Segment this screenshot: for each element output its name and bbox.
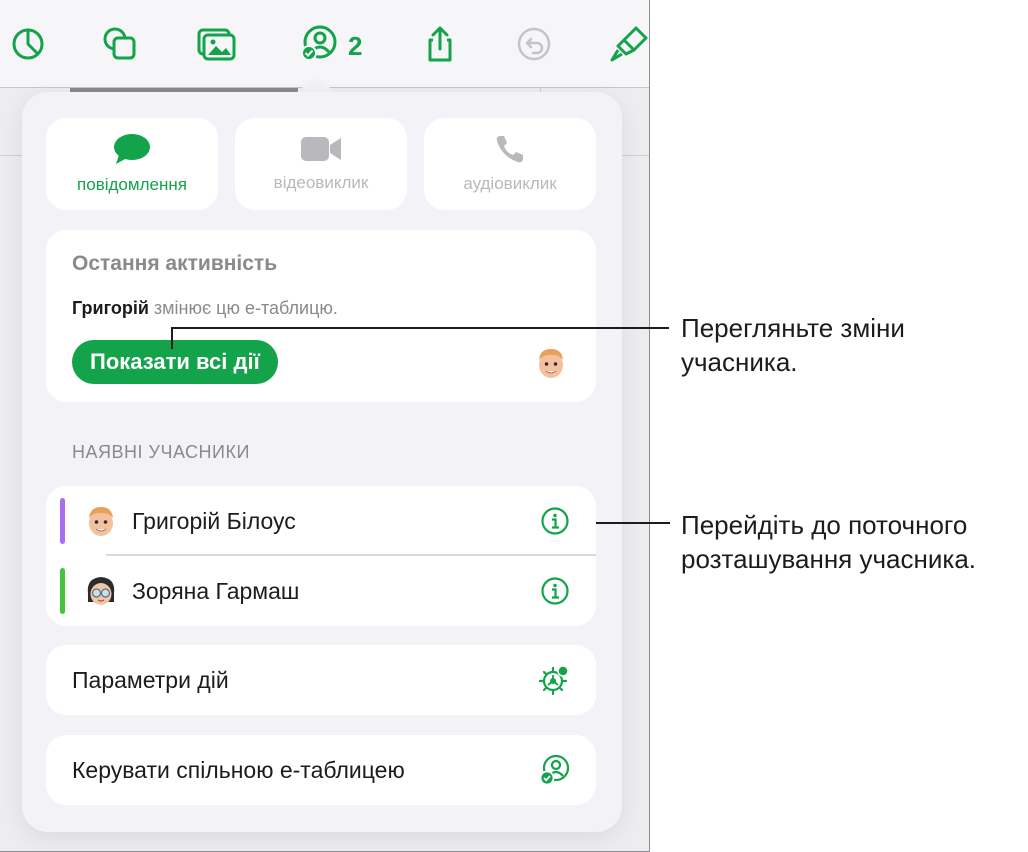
- message-label: повідомлення: [77, 175, 187, 194]
- recent-activity-text: Григорій змінює цю е-таблицю.: [72, 298, 338, 319]
- activity-gear-icon: [538, 665, 569, 696]
- participant-name: Зоряна Гармаш: [132, 578, 300, 604]
- participants-section-label: НАЯВНІ УЧАСНИКИ: [72, 442, 250, 462]
- share-icon: [428, 26, 452, 62]
- recent-activity-user: Григорій: [72, 298, 149, 318]
- collaboration-button[interactable]: [296, 22, 340, 66]
- participant-row[interactable]: Зоряна Гармаш: [46, 556, 596, 626]
- activity-settings-label: Параметри дій: [72, 667, 229, 693]
- callout-view-changes: Перегляньте зміни учасника.: [681, 313, 905, 377]
- info-icon[interactable]: [540, 506, 570, 536]
- shape-button[interactable]: [98, 22, 142, 66]
- undo-icon: [517, 27, 551, 61]
- video-call-label: відеовиклик: [273, 173, 369, 192]
- format-button[interactable]: [606, 22, 649, 66]
- recent-activity-description: змінює цю е-таблицю.: [148, 298, 338, 318]
- audio-call-button[interactable]: аудіовиклик: [424, 118, 596, 210]
- phone-icon: [495, 134, 525, 164]
- undo-button[interactable]: [512, 22, 556, 66]
- memoji-avatar-icon: [89, 507, 113, 536]
- toolbar: 2: [0, 0, 649, 88]
- paintbrush-icon: [610, 26, 648, 62]
- recent-activity-title: Остання активність: [72, 252, 278, 275]
- collaboration-icon: [301, 25, 337, 61]
- callout-leader-line: [171, 327, 173, 349]
- participants-list: Григорій Білоус Зоряна Гармаш: [46, 486, 596, 626]
- message-bubble-icon: [113, 133, 151, 165]
- info-icon[interactable]: [540, 576, 570, 606]
- video-call-button[interactable]: відеовиклик: [235, 118, 407, 210]
- shapes-icon: [103, 27, 136, 60]
- collaboration-check-icon: [539, 754, 570, 786]
- manage-shared-label: Керувати спільною е-таблицею: [72, 757, 405, 783]
- share-button[interactable]: [418, 22, 462, 66]
- pie-chart-icon: [12, 28, 44, 60]
- callout-go-to-location-line2: розташування учасника.: [681, 544, 977, 574]
- participant-row[interactable]: Григорій Білоус: [46, 486, 596, 556]
- presence-color-bar: [60, 498, 65, 544]
- collaboration-popover: повідомлення відеовиклик аудіовиклик Ост…: [22, 92, 622, 832]
- callout-leader-line: [171, 327, 669, 329]
- activity-settings-row[interactable]: Параметри дій: [46, 645, 596, 715]
- app-window: 2 повідомлення відеовиклик аудіовиклик О…: [0, 0, 650, 852]
- memoji-avatar-icon: [539, 349, 563, 378]
- memoji-avatar-icon: [87, 577, 115, 605]
- presence-color-bar: [60, 568, 65, 614]
- video-camera-icon: [300, 135, 342, 163]
- show-all-activity-button[interactable]: Показати всі дії: [72, 340, 278, 384]
- popover-arrow: [296, 76, 336, 93]
- callout-go-to-location-line1: Перейдіть до поточного: [681, 510, 968, 540]
- chart-button[interactable]: [6, 22, 50, 66]
- message-button[interactable]: повідомлення: [46, 118, 218, 210]
- participant-name: Григорій Білоус: [132, 508, 296, 534]
- photo-icon: [197, 28, 236, 61]
- collaborator-count: 2: [348, 31, 363, 61]
- audio-call-label: аудіовиклик: [463, 174, 557, 193]
- callout-leader-line: [596, 522, 670, 524]
- manage-shared-row[interactable]: Керувати спільною е-таблицею: [46, 735, 596, 805]
- media-button[interactable]: [194, 22, 238, 66]
